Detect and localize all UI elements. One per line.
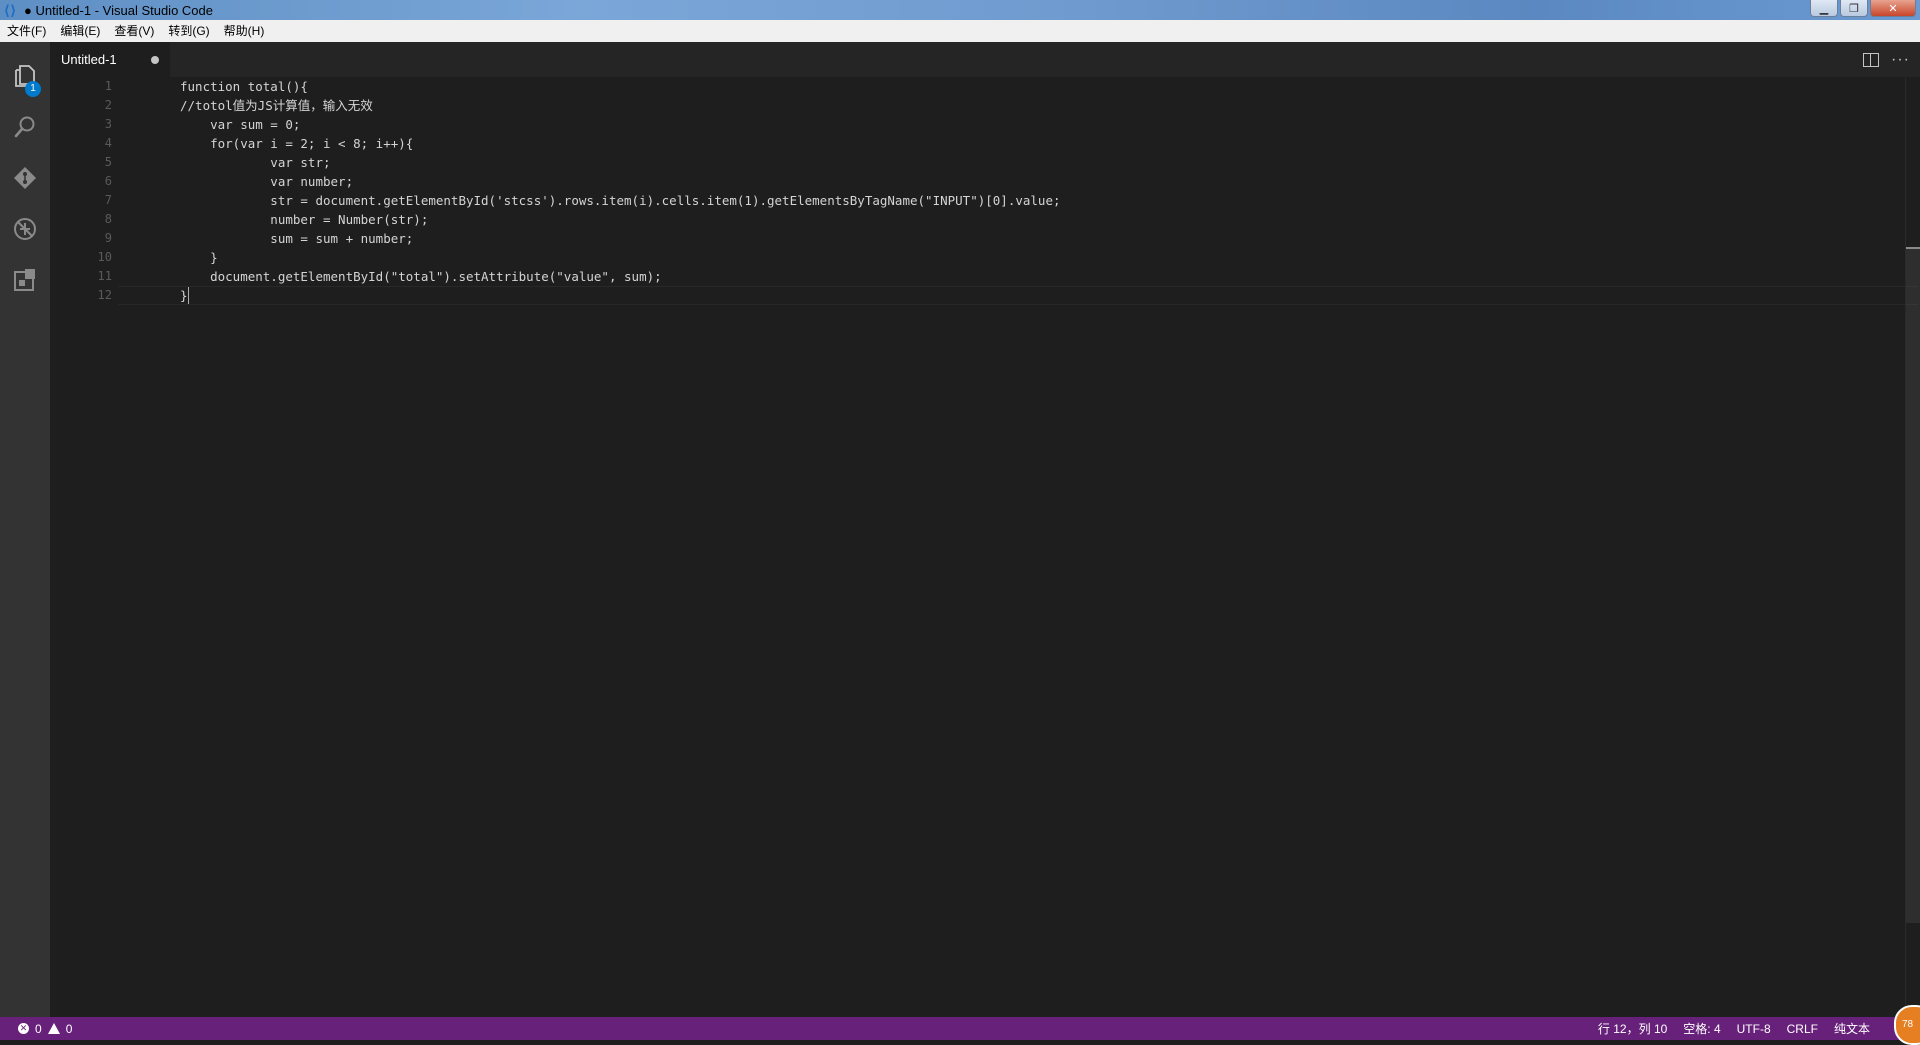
vertical-scrollbar[interactable] bbox=[1905, 77, 1920, 1017]
scrollbar-cursor-marker bbox=[1906, 247, 1920, 249]
error-icon: ✕ bbox=[18, 1023, 29, 1034]
tab-label: Untitled-1 bbox=[61, 52, 117, 67]
code-line[interactable]: function total(){ bbox=[180, 77, 308, 96]
text-cursor bbox=[188, 287, 189, 304]
line-number: 7 bbox=[104, 193, 112, 207]
close-button[interactable]: ✕ bbox=[1870, 0, 1916, 17]
menu-bar: 文件(F) 编辑(E) 查看(V) 转到(G) 帮助(H) bbox=[0, 20, 1920, 43]
line-number: 4 bbox=[104, 136, 112, 150]
vscode-logo-icon: ⟨⟩ bbox=[3, 1, 17, 18]
code-line[interactable]: var number; bbox=[180, 172, 353, 191]
code-line[interactable]: var str; bbox=[180, 153, 330, 172]
status-right-items: 行 12，列 10 空格: 4 UTF-8 CRLF 纯文本 bbox=[1598, 1017, 1870, 1040]
line-ending[interactable]: CRLF bbox=[1787, 1022, 1818, 1036]
menu-file[interactable]: 文件(F) bbox=[0, 20, 53, 42]
code-line[interactable]: document.getElementById("total").setAttr… bbox=[180, 267, 662, 286]
code-line[interactable]: number = Number(str); bbox=[180, 210, 428, 229]
code-line[interactable]: str = document.getElementById('stcss').r… bbox=[180, 191, 1060, 210]
more-actions-icon[interactable]: ··· bbox=[1891, 51, 1910, 67]
code-line[interactable]: sum = sum + number; bbox=[180, 229, 413, 248]
line-number: 10 bbox=[97, 250, 112, 264]
code-line[interactable]: var sum = 0; bbox=[180, 115, 300, 134]
line-number: 6 bbox=[104, 174, 112, 188]
source-control-button[interactable] bbox=[0, 153, 50, 203]
code-editor[interactable]: 1 2 3 4 5 6 7 8 9 10 11 12 function total(){//totol… bbox=[50, 77, 1920, 1017]
line-number: 12 bbox=[97, 288, 112, 302]
search-icon bbox=[14, 116, 35, 138]
warning-icon bbox=[47, 1023, 60, 1034]
line-number: 3 bbox=[104, 117, 112, 131]
line-number: 2 bbox=[104, 98, 112, 112]
tab-untitled-1[interactable]: Untitled-1 bbox=[50, 42, 170, 77]
line-number-gutter: 1 2 3 4 5 6 7 8 9 10 11 12 bbox=[50, 77, 112, 1017]
debug-icon bbox=[14, 218, 36, 240]
menu-help[interactable]: 帮助(H) bbox=[217, 20, 272, 42]
editor-actions: ··· bbox=[1863, 42, 1910, 77]
warning-count: 0 bbox=[65, 1021, 73, 1036]
activity-bar: 1 bbox=[0, 42, 50, 1017]
search-button[interactable] bbox=[0, 102, 50, 152]
code-line[interactable]: } bbox=[180, 286, 188, 305]
explorer-badge: 1 bbox=[25, 81, 41, 97]
status-bar: ✕ 0 0 行 12，列 10 空格: 4 UTF-8 CRLF 纯文本 bbox=[0, 1017, 1920, 1040]
menu-goto[interactable]: 转到(G) bbox=[161, 20, 216, 42]
code-line[interactable]: } bbox=[180, 248, 218, 267]
window-titlebar: ⟨⟩ ● Untitled-1 - Visual Studio Code ▁ ❐… bbox=[0, 0, 1920, 20]
line-number: 9 bbox=[104, 231, 112, 245]
indentation[interactable]: 空格: 4 bbox=[1683, 1020, 1720, 1037]
debug-button[interactable] bbox=[0, 204, 50, 254]
code-line[interactable]: //totol值为JS计算值，输入无效 bbox=[180, 96, 373, 115]
cursor-position[interactable]: 行 12，列 10 bbox=[1598, 1020, 1667, 1037]
problems-indicator[interactable]: ✕ 0 0 bbox=[18, 1017, 72, 1040]
git-icon bbox=[14, 167, 36, 189]
scrollbar-thumb[interactable] bbox=[1906, 247, 1920, 923]
extensions-icon bbox=[14, 269, 35, 291]
encoding[interactable]: UTF-8 bbox=[1737, 1022, 1771, 1036]
language-mode[interactable]: 纯文本 bbox=[1834, 1020, 1870, 1037]
window-controls: ▁ ❐ ✕ bbox=[1810, 0, 1916, 18]
menu-view[interactable]: 查看(V) bbox=[107, 20, 161, 42]
split-editor-icon[interactable] bbox=[1863, 52, 1880, 67]
line-number: 8 bbox=[104, 212, 112, 226]
maximize-button[interactable]: ❐ bbox=[1840, 0, 1868, 17]
menu-edit[interactable]: 编辑(E) bbox=[53, 20, 107, 42]
explorer-button[interactable]: 1 bbox=[0, 51, 50, 101]
tab-bar: Untitled-1 ··· bbox=[50, 42, 1920, 77]
minimize-button[interactable]: ▁ bbox=[1810, 0, 1838, 17]
unsaved-dot-icon[interactable] bbox=[151, 56, 159, 64]
code-line[interactable]: for(var i = 2; i < 8; i++){ bbox=[180, 134, 413, 153]
line-number: 5 bbox=[104, 155, 112, 169]
extensions-button[interactable] bbox=[0, 255, 50, 305]
error-count: 0 bbox=[35, 1021, 42, 1036]
current-line-highlight bbox=[118, 286, 1918, 305]
floating-notification-badge[interactable]: 78 bbox=[1894, 1005, 1920, 1045]
window-title: ● Untitled-1 - Visual Studio Code bbox=[24, 2, 213, 18]
line-number: 1 bbox=[104, 79, 112, 93]
line-number: 11 bbox=[97, 269, 112, 283]
